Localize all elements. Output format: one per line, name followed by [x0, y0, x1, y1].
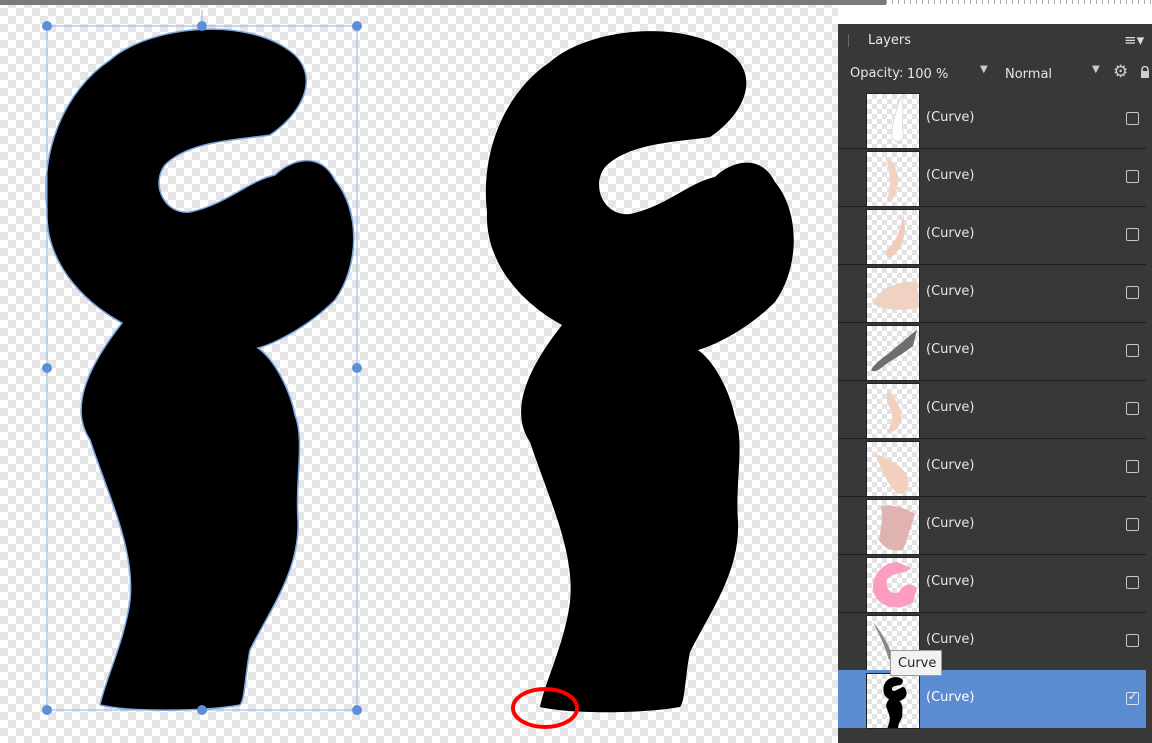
- resize-handle-left[interactable]: [42, 363, 52, 373]
- layer-thumbnail: [866, 383, 920, 439]
- layer-name: (Curve): [926, 574, 975, 589]
- layer-name: (Curve): [926, 284, 975, 299]
- layer-visibility-checkbox[interactable]: [1126, 460, 1139, 473]
- resize-handle-bottom-left[interactable]: [42, 705, 52, 715]
- layer-name: (Curve): [926, 342, 975, 357]
- layer-thumbnail: [866, 441, 920, 497]
- layer-thumbnail: [866, 557, 920, 613]
- layer-name: (Curve): [926, 516, 975, 531]
- layer-row-selected[interactable]: (Curve) ✓: [838, 670, 1146, 729]
- layer-thumbnail: [866, 93, 920, 149]
- opacity-value[interactable]: 100 %: [907, 67, 948, 82]
- layer-row[interactable]: (Curve): [838, 438, 1146, 497]
- layer-visibility-checkbox[interactable]: ✓: [1126, 690, 1139, 705]
- tooltip: Curve: [890, 650, 942, 676]
- selected-curve-shape[interactable]: [45, 28, 355, 711]
- layer-visibility-checkbox[interactable]: [1126, 518, 1139, 531]
- opacity-label: Opacity:: [850, 66, 904, 81]
- resize-handle-bottom[interactable]: [197, 705, 207, 715]
- layer-name: (Curve): [926, 690, 975, 705]
- panel-header: Layers ≡▾: [838, 24, 1152, 58]
- checkmark-icon: ✓: [1128, 690, 1138, 703]
- layer-thumbnail: [866, 209, 920, 265]
- gear-icon[interactable]: ⚙: [1113, 62, 1128, 82]
- top-ruler: [0, 0, 886, 5]
- layer-row[interactable]: (Curve): [838, 380, 1146, 439]
- layer-name: (Curve): [926, 400, 975, 415]
- layer-visibility-checkbox[interactable]: [1126, 286, 1139, 299]
- layer-name: (Curve): [926, 458, 975, 473]
- layer-row[interactable]: (Curve): [838, 148, 1146, 207]
- blend-mode-select[interactable]: Normal: [1005, 67, 1052, 82]
- layer-visibility-checkbox[interactable]: [1126, 228, 1139, 241]
- canvas-artwork: [42, 10, 794, 729]
- panel-title: Layers: [868, 33, 912, 48]
- layer-visibility-checkbox[interactable]: [1126, 634, 1139, 647]
- resize-handle-top-right[interactable]: [352, 21, 362, 31]
- layer-row[interactable]: (Curve): [838, 206, 1146, 265]
- layer-row[interactable]: (Curve): [838, 612, 1146, 671]
- layer-thumbnail: [866, 499, 920, 555]
- layer-row[interactable]: (Curve): [838, 322, 1146, 381]
- layer-thumbnail: [866, 673, 920, 729]
- layer-row[interactable]: (Curve): [838, 496, 1146, 555]
- resize-handle-bottom-right[interactable]: [352, 705, 362, 715]
- blend-mode-dropdown-icon[interactable]: ▼: [1092, 64, 1100, 75]
- curve-shape-duplicate[interactable]: [485, 31, 794, 713]
- panel-grip[interactable]: [848, 34, 849, 47]
- panel-menu-icon[interactable]: ≡▾: [1124, 31, 1144, 49]
- resize-handle-right[interactable]: [352, 363, 362, 373]
- layer-thumbnail: [866, 151, 920, 207]
- layer-visibility-checkbox[interactable]: [1126, 112, 1139, 125]
- layer-visibility-checkbox[interactable]: [1126, 576, 1139, 589]
- ruler-ticks: [886, 0, 1152, 24]
- layer-name: (Curve): [926, 226, 975, 241]
- layer-visibility-checkbox[interactable]: [1126, 402, 1139, 415]
- document-canvas[interactable]: [0, 0, 838, 743]
- layer-visibility-checkbox[interactable]: [1126, 344, 1139, 357]
- opacity-dropdown-icon[interactable]: ▼: [980, 64, 988, 75]
- layer-row[interactable]: (Curve): [838, 90, 1146, 149]
- layer-row[interactable]: (Curve): [838, 554, 1146, 613]
- layer-visibility-checkbox[interactable]: [1126, 170, 1139, 183]
- layer-thumbnail: [866, 325, 920, 381]
- layer-row[interactable]: (Curve): [838, 264, 1146, 323]
- layer-name: (Curve): [926, 168, 975, 183]
- layer-thumbnail: [866, 267, 920, 323]
- layer-name: (Curve): [926, 110, 975, 125]
- layer-name: (Curve): [926, 632, 975, 647]
- lock-icon[interactable]: [1140, 66, 1150, 78]
- resize-handle-top[interactable]: [197, 21, 207, 31]
- resize-handle-top-left[interactable]: [42, 21, 52, 31]
- layers-panel: Layers ≡▾ Opacity: 100 % ▼ Normal ▼ ⚙ (C…: [838, 24, 1152, 743]
